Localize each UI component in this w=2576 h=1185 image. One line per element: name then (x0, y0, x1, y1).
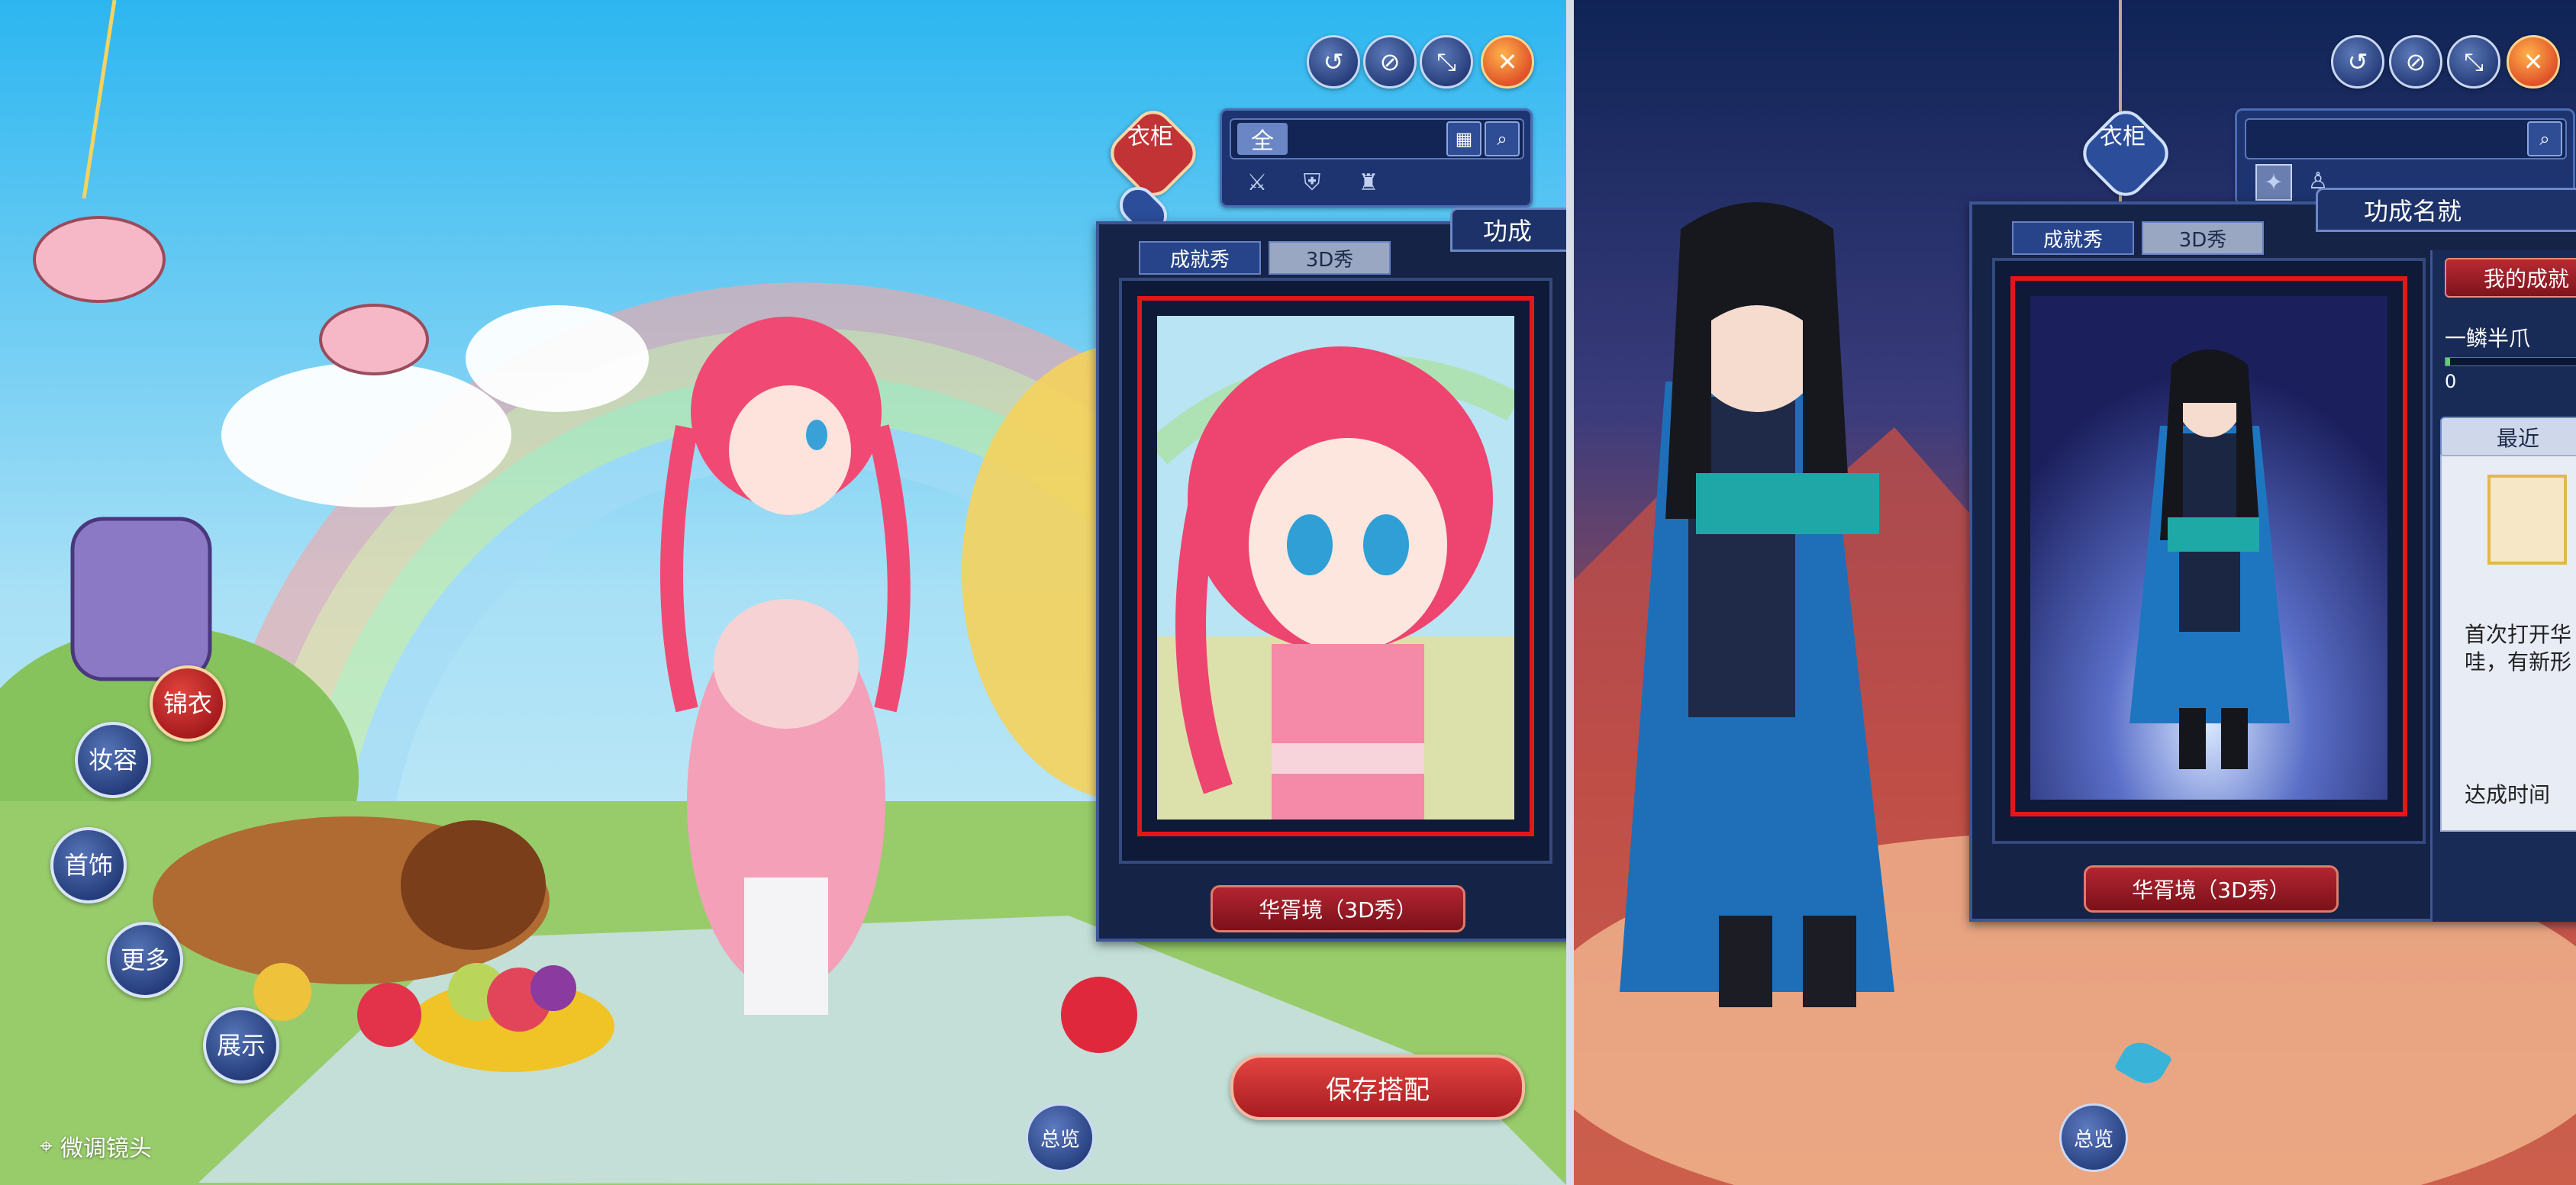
caption-button[interactable]: 华胥境（3D秀） (1211, 885, 1465, 932)
filter-all-tab[interactable]: 全 (1237, 123, 1288, 155)
my-achievements-button[interactable]: 我的成就 (2445, 258, 2576, 298)
character-portrait (2030, 296, 2387, 800)
achievement-panel: 功成 成就秀 3D秀 华胥境（3D秀） (1096, 208, 1566, 942)
fine-tune-camera[interactable]: ⌖ 微调镜头 (40, 1129, 152, 1163)
tab-achievement-show[interactable]: 成就秀 (2012, 221, 2134, 255)
fine-tune-label: 微调镜头 (60, 1135, 152, 1162)
achievement-sidebar: 我的成就 一鳞半爪 0 最近 首次打开华 哇，有新形 达成时间 (2430, 250, 2576, 922)
recent-description-line-1: 首次打开华 (2465, 622, 2572, 647)
panel-title: 功成 (1450, 208, 1566, 252)
search-icon[interactable]: ⌕ (2527, 121, 2562, 156)
character-portrait (1157, 316, 1514, 820)
achievement-name: 一鳞半爪 (2445, 326, 2531, 351)
recent-description-line-2: 哇，有新形 (2465, 649, 2572, 675)
tab-3d-show[interactable]: 3D秀 (2142, 221, 2264, 255)
figure-icon[interactable]: ✦ (2255, 164, 2292, 201)
jewelry-badge[interactable]: 首饰 (50, 827, 127, 903)
right-screenshot: ↺ ⊘ ⤡ ✕ 衣柜 ⌕ ✦ ♙ 功成名就 成就秀 3D秀 华胥境（3D秀） 我… (1574, 0, 2576, 1185)
achieved-time-label: 达成时间 (2465, 782, 2551, 807)
makeup-badge[interactable]: 妆容 (75, 722, 151, 798)
display-badge[interactable]: 展示 (203, 1007, 279, 1084)
grid-icon[interactable]: ▦ (1446, 121, 1481, 156)
panel-title: 功成名就 (2316, 188, 2576, 232)
save-outfit-button[interactable]: 保存搭配 (1230, 1055, 1525, 1120)
armor-icon[interactable]: ⛨ (1295, 166, 1329, 199)
caption-button[interactable]: 华胥境（3D秀） (2084, 865, 2339, 913)
search-icon[interactable]: ⌕ (1485, 121, 1520, 156)
filter-bar: ⌕ (2245, 118, 2567, 159)
robe-icon[interactable]: ♜ (1352, 166, 1385, 199)
achievement-progress-bar (2445, 357, 2576, 366)
collapse-icon[interactable]: ⤡ (1420, 35, 1473, 89)
hide-eye-icon[interactable]: ⊘ (2389, 35, 2442, 89)
camera-icon: ⌖ (40, 1132, 53, 1160)
screenshot-divider (1566, 0, 1574, 1185)
close-icon[interactable]: ✕ (1481, 35, 1534, 89)
undo-icon[interactable]: ↺ (2331, 35, 2384, 89)
achievement-progress-value: 0 (2445, 371, 2457, 392)
filter-panel: 全 ▦ ⌕ ⚔ ⛨ ♜ (1220, 108, 1533, 208)
close-icon[interactable]: ✕ (2507, 35, 2560, 89)
brocade-badge[interactable]: 锦衣 (150, 665, 226, 742)
achievement-progress-fill (2445, 358, 2451, 365)
overview-button[interactable]: 总览 (2059, 1103, 2128, 1172)
weapon-icon[interactable]: ⚔ (1240, 166, 1274, 199)
preview-frame (1992, 258, 2426, 844)
wardrobe-tab-label: 衣柜 (1127, 124, 1173, 150)
overview-button[interactable]: 总览 (1026, 1103, 1095, 1172)
undo-icon[interactable]: ↺ (1307, 35, 1360, 89)
tab-3d-show[interactable]: 3D秀 (1269, 241, 1391, 275)
hide-eye-icon[interactable]: ⊘ (1363, 35, 1417, 89)
achievement-panel: 功成名就 成就秀 3D秀 华胥境（3D秀） 我的成就 一鳞半爪 0 最近 首次打… (1969, 188, 2576, 922)
preview-frame (1119, 278, 1552, 864)
recent-tab[interactable]: 最近 (2440, 417, 2576, 458)
more-badge[interactable]: 更多 (107, 922, 183, 998)
tab-achievement-show[interactable]: 成就秀 (1139, 241, 1261, 275)
left-screenshot: ↺ ⊘ ⤡ ✕ 衣柜 全 ▦ ⌕ ⚔ ⛨ ♜ 功成 成就秀 3D秀 华胥境（3D… (0, 0, 1566, 1185)
wardrobe-tab-label: 衣柜 (2100, 124, 2146, 150)
filter-bar: 全 ▦ ⌕ (1230, 118, 1524, 159)
collapse-icon[interactable]: ⤡ (2447, 35, 2500, 89)
recent-card: 首次打开华 哇，有新形 达成时间 (2440, 455, 2576, 832)
mirror-item-icon[interactable] (2487, 475, 2567, 565)
